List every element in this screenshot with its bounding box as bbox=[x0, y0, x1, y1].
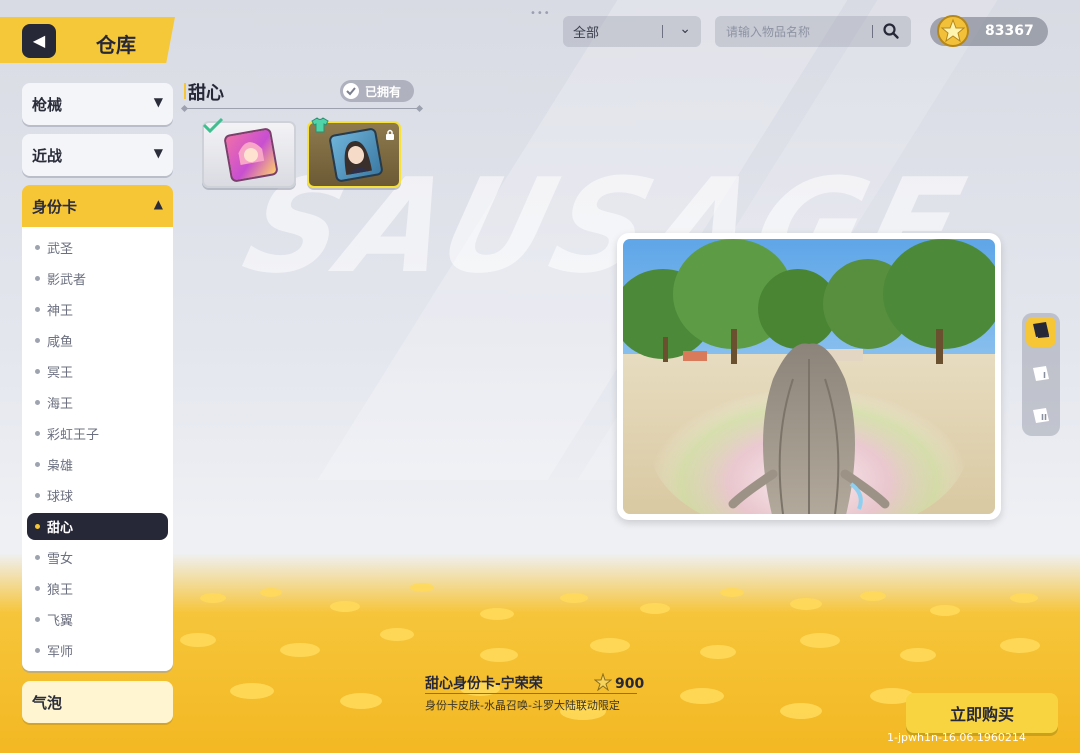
view-one-icon: I bbox=[1030, 364, 1052, 384]
chevron-down-icon: ▼ bbox=[153, 95, 163, 109]
card-thumbnail bbox=[223, 127, 279, 183]
subitem[interactable]: 彩虹王子 bbox=[27, 420, 168, 447]
chevron-up-icon: ▲ bbox=[153, 197, 163, 211]
category-bubble[interactable]: 气泡 bbox=[22, 681, 173, 723]
card-view-icon bbox=[1030, 320, 1052, 344]
cheese-hole-decoration bbox=[790, 598, 822, 610]
cheese-hole-decoration bbox=[180, 633, 216, 647]
cheese-hole-decoration bbox=[860, 591, 886, 601]
cheese-hole-decoration bbox=[480, 608, 514, 620]
cheese-hole-decoration bbox=[930, 605, 960, 616]
subitem[interactable]: 雪女 bbox=[27, 544, 168, 571]
back-arrow-icon: ◀ bbox=[32, 31, 46, 50]
subitem[interactable]: 狼王 bbox=[27, 575, 168, 602]
view-one-label: I bbox=[1043, 371, 1046, 380]
cheese-hole-decoration bbox=[900, 648, 936, 662]
star-coin-icon bbox=[934, 12, 972, 54]
cheese-hole-decoration bbox=[480, 648, 518, 662]
category-filter-dropdown[interactable]: 全部 ⌄ bbox=[563, 16, 701, 47]
chevron-down-icon: ⌄ bbox=[679, 21, 691, 37]
category-label: 身份卡 bbox=[32, 197, 78, 216]
section-title: 甜心 bbox=[184, 79, 224, 105]
item-card-selected[interactable] bbox=[307, 117, 401, 188]
page-title: 仓库 bbox=[96, 33, 136, 57]
category-label: 气泡 bbox=[32, 693, 63, 712]
cheese-hole-decoration bbox=[230, 683, 274, 699]
view-two-label: II bbox=[1041, 413, 1047, 422]
build-id: 1-jpwh1n-16.06.1960214 bbox=[887, 731, 1026, 744]
buy-now-button[interactable]: 立即购买 bbox=[906, 693, 1058, 733]
cheese-hole-decoration bbox=[280, 643, 320, 657]
subitem[interactable]: 飞翼 bbox=[27, 606, 168, 633]
cheese-hole-decoration bbox=[200, 593, 226, 603]
search-input[interactable] bbox=[726, 24, 866, 39]
owned-filter-label: 已拥有 bbox=[365, 84, 402, 99]
chevron-down-icon: ▼ bbox=[153, 146, 163, 160]
subitem[interactable]: 影武者 bbox=[27, 265, 168, 292]
cheese-hole-decoration bbox=[720, 588, 744, 597]
subitem[interactable]: 枭雄 bbox=[27, 451, 168, 478]
currency-amount: 83367 bbox=[985, 23, 1034, 39]
cheese-hole-decoration bbox=[340, 693, 382, 709]
search-field[interactable] bbox=[715, 16, 911, 47]
cheese-hole-decoration bbox=[640, 603, 670, 614]
divider bbox=[425, 693, 637, 694]
lock-icon bbox=[385, 126, 395, 145]
subitem[interactable]: 球球 bbox=[27, 482, 168, 509]
cheese-hole-decoration bbox=[590, 638, 630, 653]
subitem[interactable]: 神王 bbox=[27, 296, 168, 323]
card-thumbnail bbox=[328, 127, 384, 183]
selected-item-description: 身份卡皮肤-水晶召唤-斗罗大陆联动限定 bbox=[425, 699, 620, 712]
back-button[interactable]: ◀ bbox=[22, 24, 56, 58]
category-label: 近战 bbox=[32, 146, 63, 165]
check-circle-icon bbox=[343, 83, 359, 99]
item-card[interactable] bbox=[202, 117, 296, 188]
subitem[interactable]: 军师 bbox=[27, 637, 168, 664]
cheese-hole-decoration bbox=[330, 601, 360, 612]
divider bbox=[872, 25, 873, 38]
subitem[interactable]: 冥王 bbox=[27, 358, 168, 385]
owned-check-icon bbox=[202, 117, 224, 137]
subitem-active[interactable]: 甜心 bbox=[27, 513, 168, 540]
subitem[interactable]: 咸鱼 bbox=[27, 327, 168, 354]
skin-preview-scene bbox=[623, 239, 995, 514]
cheese-hole-decoration bbox=[700, 645, 736, 659]
category-melee[interactable]: 近战 ▼ bbox=[22, 134, 173, 176]
subitem[interactable]: 海王 bbox=[27, 389, 168, 416]
outfit-tag-icon bbox=[310, 117, 330, 137]
selected-item-name: 甜心身份卡-宁荣荣 bbox=[425, 676, 543, 692]
cheese-hole-decoration bbox=[680, 688, 724, 704]
currency-balance[interactable]: 83367 bbox=[930, 15, 1048, 47]
divider bbox=[662, 25, 663, 38]
star-coin-icon bbox=[593, 672, 613, 695]
cheese-hole-decoration bbox=[1010, 593, 1038, 603]
category-filter-value: 全部 bbox=[573, 26, 600, 41]
card-view-tab[interactable] bbox=[1026, 317, 1056, 347]
cheese-hole-decoration bbox=[1000, 638, 1040, 653]
cheese-hole-decoration bbox=[800, 633, 840, 648]
cheese-hole-decoration bbox=[410, 583, 434, 592]
subitem[interactable]: 武圣 bbox=[27, 234, 168, 261]
selected-item-price: 900 bbox=[593, 672, 645, 695]
cheese-hole-decoration bbox=[380, 628, 414, 641]
id-card-subitems-panel: 武圣 影武者 神王 咸鱼 冥王 海王 彩虹王子 枭雄 球球 甜心 雪女 狼王 飞… bbox=[22, 227, 173, 671]
skin-preview-frame[interactable] bbox=[617, 233, 1001, 520]
cheese-hole-decoration bbox=[260, 588, 282, 597]
cheese-hole-decoration bbox=[780, 703, 822, 719]
category-id-card[interactable]: 身份卡 ▲ bbox=[22, 185, 173, 227]
owned-filter-toggle[interactable]: 已拥有 bbox=[340, 80, 414, 102]
view-two-tab[interactable]: II bbox=[1026, 401, 1056, 431]
cheese-hole-decoration bbox=[560, 593, 588, 603]
search-icon[interactable] bbox=[882, 22, 900, 44]
view-two-icon: II bbox=[1030, 406, 1052, 426]
drag-handle-icon: ••• bbox=[530, 8, 551, 19]
category-guns[interactable]: 枪械 ▼ bbox=[22, 83, 173, 125]
view-one-tab[interactable]: I bbox=[1026, 359, 1056, 389]
section-divider bbox=[184, 108, 420, 109]
price-value: 900 bbox=[615, 676, 645, 692]
view-tab-group: I II bbox=[1022, 313, 1060, 436]
category-label: 枪械 bbox=[32, 95, 63, 114]
